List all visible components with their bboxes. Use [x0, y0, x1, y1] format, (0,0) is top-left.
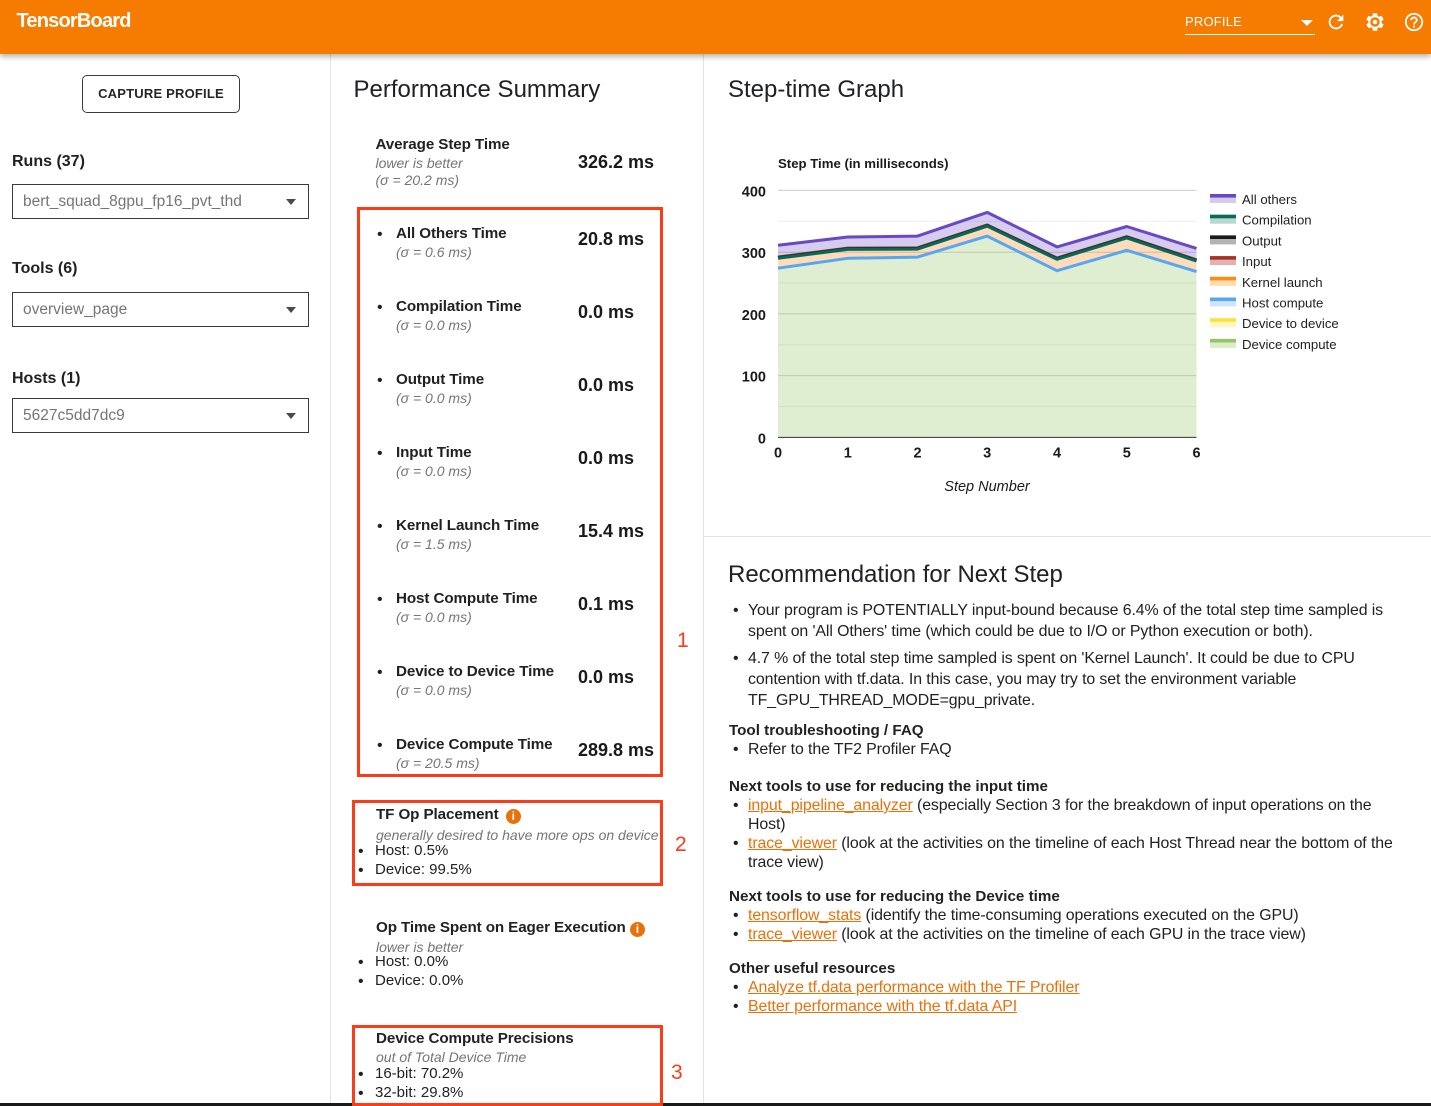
svg-text:400: 400 [742, 184, 766, 200]
svg-text:Kernel launch: Kernel launch [1242, 275, 1323, 290]
svg-text:Device to device: Device to device [1242, 316, 1339, 331]
svg-text:2: 2 [913, 446, 921, 462]
svg-text:4: 4 [1053, 446, 1061, 462]
svg-text:0: 0 [774, 446, 782, 462]
svg-text:0: 0 [758, 431, 766, 447]
svg-text:Compilation: Compilation [1242, 213, 1312, 228]
svg-text:All others: All others [1242, 192, 1297, 207]
svg-text:Input: Input [1242, 254, 1272, 269]
svg-text:Step Time (in milliseconds): Step Time (in milliseconds) [778, 156, 949, 171]
svg-text:Device compute: Device compute [1242, 337, 1337, 352]
svg-text:5: 5 [1123, 446, 1131, 462]
svg-text:Output: Output [1242, 233, 1282, 248]
svg-text:100: 100 [742, 370, 766, 386]
svg-text:1: 1 [844, 446, 852, 462]
svg-text:300: 300 [742, 246, 766, 262]
svg-text:6: 6 [1192, 446, 1200, 462]
svg-text:200: 200 [742, 308, 766, 324]
svg-text:Host compute: Host compute [1242, 296, 1323, 311]
svg-text:3: 3 [983, 446, 991, 462]
svg-text:Step Number: Step Number [944, 479, 1031, 495]
